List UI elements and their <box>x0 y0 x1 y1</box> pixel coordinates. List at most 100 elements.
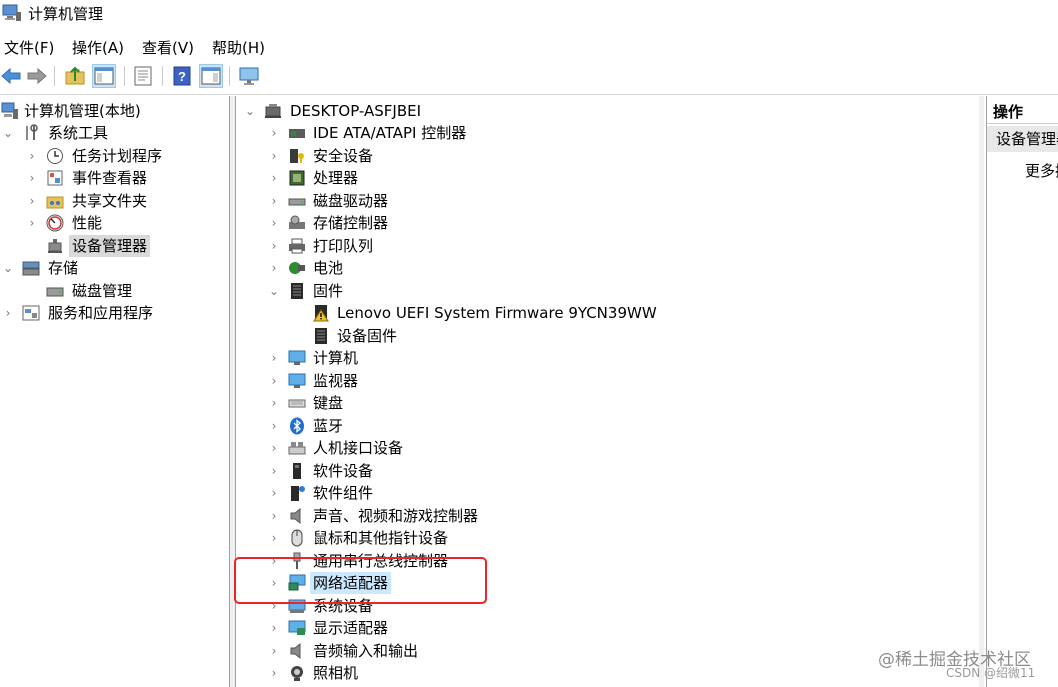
help-icon[interactable]: ? <box>171 65 193 87</box>
device-label: 计算机 <box>313 349 359 367</box>
tree-label: 服务和应用程序 <box>48 304 154 322</box>
svg-text:?: ? <box>178 69 186 84</box>
device-label: 安全设备 <box>313 147 374 165</box>
computer-icon <box>265 104 281 118</box>
watermark-csdn: CSDN @绍微11 <box>946 666 1036 680</box>
tree-label: 设备管理器 <box>69 235 151 257</box>
menu-view[interactable]: 查看(V) <box>142 37 194 58</box>
expand-icon[interactable]: › <box>268 145 280 167</box>
device-label: 存储控制器 <box>313 214 389 232</box>
title-bar: 计算机管理 <box>0 0 1058 28</box>
expand-icon[interactable]: › <box>268 347 280 369</box>
device-label: 键盘 <box>313 394 344 412</box>
tree-label: 磁盘管理 <box>72 282 133 300</box>
expand-icon[interactable]: › <box>268 392 280 414</box>
forward-icon[interactable] <box>26 65 48 87</box>
window-title: 计算机管理 <box>28 5 104 23</box>
expand-icon[interactable]: › <box>268 662 280 684</box>
display-adapter-icon <box>288 620 306 635</box>
menu-bar: 文件(F) 操作(A) 查看(V) 帮助(H) <box>0 34 1058 58</box>
monitor-icon[interactable] <box>238 65 260 87</box>
device-label: 软件组件 <box>313 484 374 502</box>
computer-management-icon <box>2 4 21 21</box>
expand-icon[interactable]: › <box>268 617 280 639</box>
expand-icon[interactable]: › <box>2 302 14 324</box>
software-component-icon <box>291 486 305 501</box>
expand-icon[interactable]: › <box>268 235 280 257</box>
up-folder-icon[interactable] <box>64 65 86 87</box>
actions-section-device-manager[interactable]: 设备管理器 <box>987 126 1058 152</box>
actions-pane: 操作 设备管理器 更多操作 <box>986 96 1058 687</box>
device-manager-icon <box>48 239 62 253</box>
properties-icon[interactable] <box>132 65 154 87</box>
disk-drive-icon <box>288 198 306 206</box>
clock-icon <box>47 148 63 164</box>
more-actions-link[interactable]: 更多操作 <box>1025 160 1058 181</box>
camera-icon <box>291 666 303 681</box>
tree-label: 任务计划程序 <box>72 147 163 165</box>
device-label: 声音、视频和游戏控制器 <box>313 507 479 525</box>
services-icon <box>22 305 40 321</box>
expand-icon[interactable]: › <box>268 122 280 144</box>
ide-controller-icon <box>289 129 305 138</box>
tree-label: 事件查看器 <box>72 169 148 187</box>
expand-icon[interactable]: › <box>26 167 38 189</box>
collapse-icon[interactable]: ⌄ <box>2 257 14 279</box>
expand-icon[interactable]: › <box>26 190 38 212</box>
device-label: 磁盘驱动器 <box>313 192 389 210</box>
expand-icon[interactable]: › <box>268 415 280 437</box>
printer-icon <box>289 238 305 254</box>
audio-io-icon <box>290 642 301 660</box>
show-tree-icon[interactable] <box>92 64 116 88</box>
expand-icon[interactable]: › <box>268 482 280 504</box>
expand-icon[interactable]: › <box>268 167 280 189</box>
keyboard-icon <box>288 399 306 408</box>
firmware-warning-icon <box>313 305 329 322</box>
device-label: 设备固件 <box>337 327 398 345</box>
menu-file[interactable]: 文件(F) <box>4 37 54 58</box>
menu-action[interactable]: 操作(A) <box>72 37 124 58</box>
device-label: Lenovo UEFI System Firmware 9YCN39WW <box>337 304 657 322</box>
expand-icon[interactable]: › <box>268 190 280 212</box>
collapse-icon[interactable]: ⌄ <box>2 122 14 144</box>
computer-management-icon <box>1 102 18 119</box>
annotation-highlight-box <box>234 557 487 604</box>
software-device-icon <box>293 463 301 479</box>
toolbar-separator <box>54 66 55 86</box>
storage-controller-icon <box>289 215 305 229</box>
expand-icon[interactable]: › <box>268 370 280 392</box>
expand-icon[interactable]: › <box>26 145 38 167</box>
device-label: 音频输入和输出 <box>313 642 419 660</box>
expand-icon[interactable]: › <box>268 505 280 527</box>
back-icon[interactable] <box>0 65 22 87</box>
expand-icon[interactable]: › <box>268 640 280 662</box>
device-label: 固件 <box>313 282 344 300</box>
device-label: 鼠标和其他指针设备 <box>313 529 449 547</box>
console-tree-pane: 计算机管理(本地) ⌄ 系统工具 › 任务计划程序 › 事件查看器 › 共享文件… <box>0 96 230 687</box>
expand-icon[interactable]: › <box>268 527 280 549</box>
device-label: 电池 <box>313 259 344 277</box>
mouse-icon <box>291 529 303 547</box>
expand-icon[interactable]: › <box>268 257 280 279</box>
device-label: 显示适配器 <box>313 619 389 637</box>
shared-folder-icon <box>46 196 64 209</box>
tree-label: 性能 <box>72 214 103 232</box>
toolbar-separator <box>162 66 163 86</box>
firmware-icon <box>291 283 303 299</box>
device-label: 照相机 <box>313 664 359 682</box>
collapse-icon[interactable]: ⌄ <box>244 100 256 122</box>
expand-icon[interactable]: › <box>26 212 38 234</box>
expand-icon[interactable]: › <box>268 460 280 482</box>
tree-label: 计算机管理(本地) <box>24 102 141 120</box>
hid-icon <box>288 442 306 455</box>
expand-icon[interactable]: › <box>268 212 280 234</box>
device-label: 处理器 <box>313 169 359 187</box>
splitter-right[interactable] <box>979 96 984 687</box>
menu-help[interactable]: 帮助(H) <box>212 37 265 58</box>
tree-label: 共享文件夹 <box>72 192 148 210</box>
action-pane-icon[interactable] <box>199 64 223 88</box>
bluetooth-icon <box>290 417 304 435</box>
expand-icon[interactable]: › <box>268 437 280 459</box>
collapse-icon[interactable]: ⌄ <box>268 280 280 302</box>
tools-icon <box>26 124 38 140</box>
